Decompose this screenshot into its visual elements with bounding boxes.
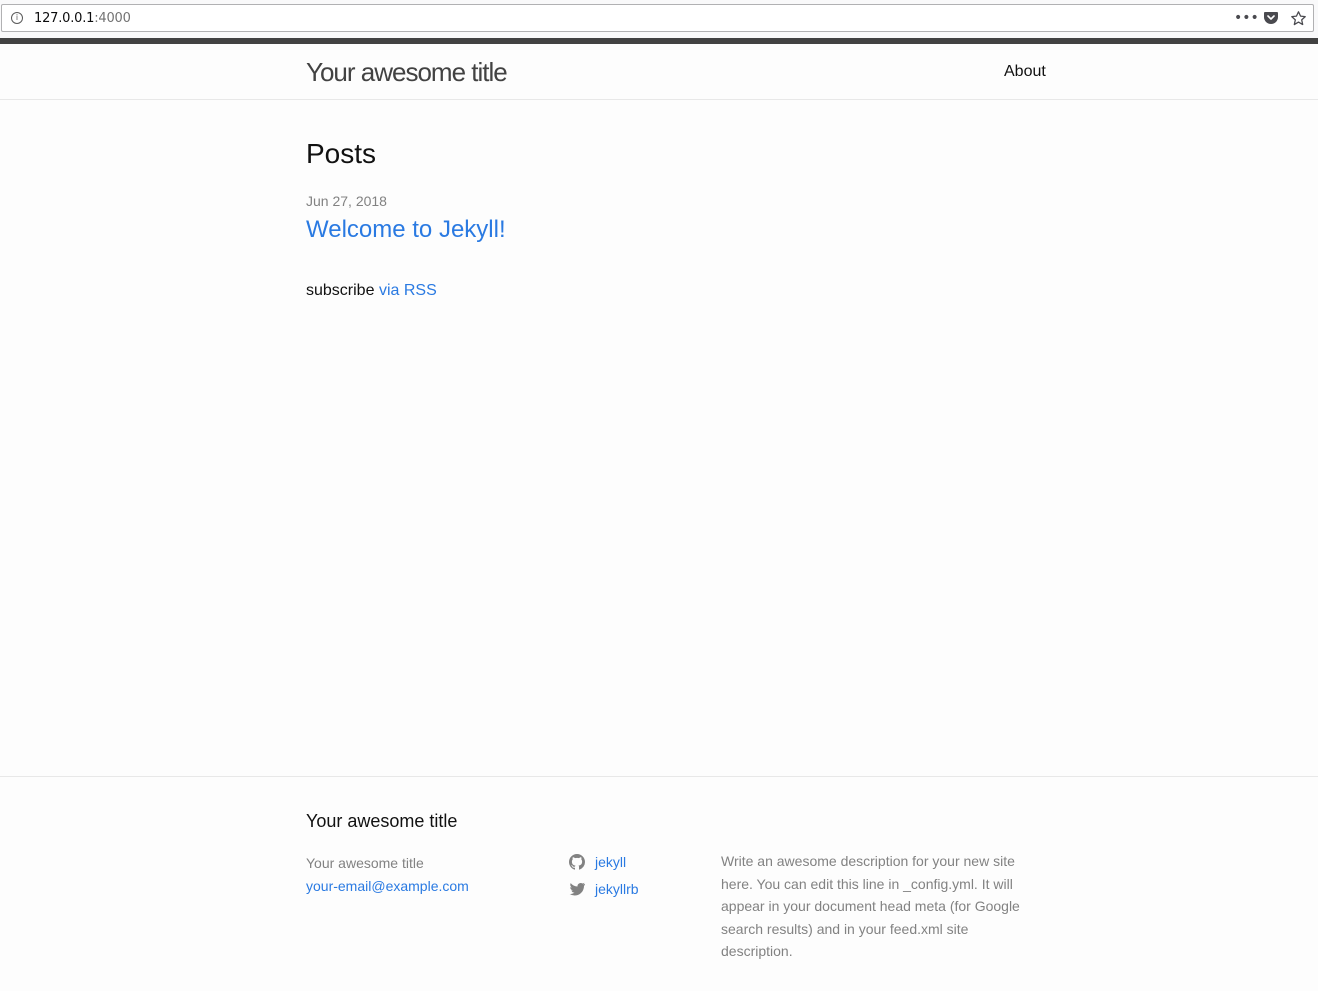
nav-about-link[interactable]: About bbox=[1004, 63, 1046, 81]
url-bar[interactable]: i 127.0.0.1:4000 ••• bbox=[1, 4, 1314, 32]
github-link[interactable]: jekyll bbox=[569, 848, 639, 875]
post-title-link[interactable]: Welcome to Jekyll! bbox=[306, 216, 506, 244]
twitter-username: jekyllrb bbox=[595, 880, 639, 897]
bookmark-star-icon[interactable] bbox=[1290, 10, 1307, 27]
twitter-link[interactable]: jekyllrb bbox=[569, 875, 639, 902]
footer-heading: Your awesome title bbox=[306, 811, 458, 831]
footer-social: jekyll jekyllrb bbox=[569, 848, 639, 902]
url-host: 127.0.0.1 bbox=[34, 11, 95, 26]
post-date: Jun 27, 2018 bbox=[306, 193, 387, 209]
url-actions: ••• bbox=[1234, 10, 1307, 27]
browser-toolbar: i 127.0.0.1:4000 ••• bbox=[0, 0, 1318, 38]
github-username: jekyll bbox=[595, 853, 627, 870]
url-text[interactable]: 127.0.0.1:4000 bbox=[34, 11, 131, 26]
more-icon[interactable]: ••• bbox=[1234, 10, 1259, 27]
posts-heading: Posts bbox=[306, 138, 377, 169]
site-header: Your awesome title About bbox=[0, 44, 1318, 100]
github-icon bbox=[569, 853, 585, 870]
rss-link[interactable]: via RSS bbox=[379, 282, 437, 299]
footer-description: Write an awesome description for your ne… bbox=[721, 853, 1020, 960]
rss-subscribe: subscribe via RSS bbox=[306, 282, 437, 300]
site-footer: Your awesome title Your awesome title yo… bbox=[0, 776, 1318, 991]
footer-contact: Your awesome title your-email@example.co… bbox=[306, 852, 469, 898]
rss-prefix: subscribe bbox=[306, 282, 375, 299]
twitter-icon bbox=[569, 882, 585, 896]
pocket-icon[interactable] bbox=[1262, 10, 1279, 27]
info-icon[interactable]: i bbox=[11, 12, 23, 24]
footer-email-link[interactable]: your-email@example.com bbox=[306, 875, 469, 898]
footer-site-name: Your awesome title bbox=[306, 855, 424, 871]
site-title-link[interactable]: Your awesome title bbox=[306, 57, 508, 88]
url-port: :4000 bbox=[94, 11, 131, 26]
